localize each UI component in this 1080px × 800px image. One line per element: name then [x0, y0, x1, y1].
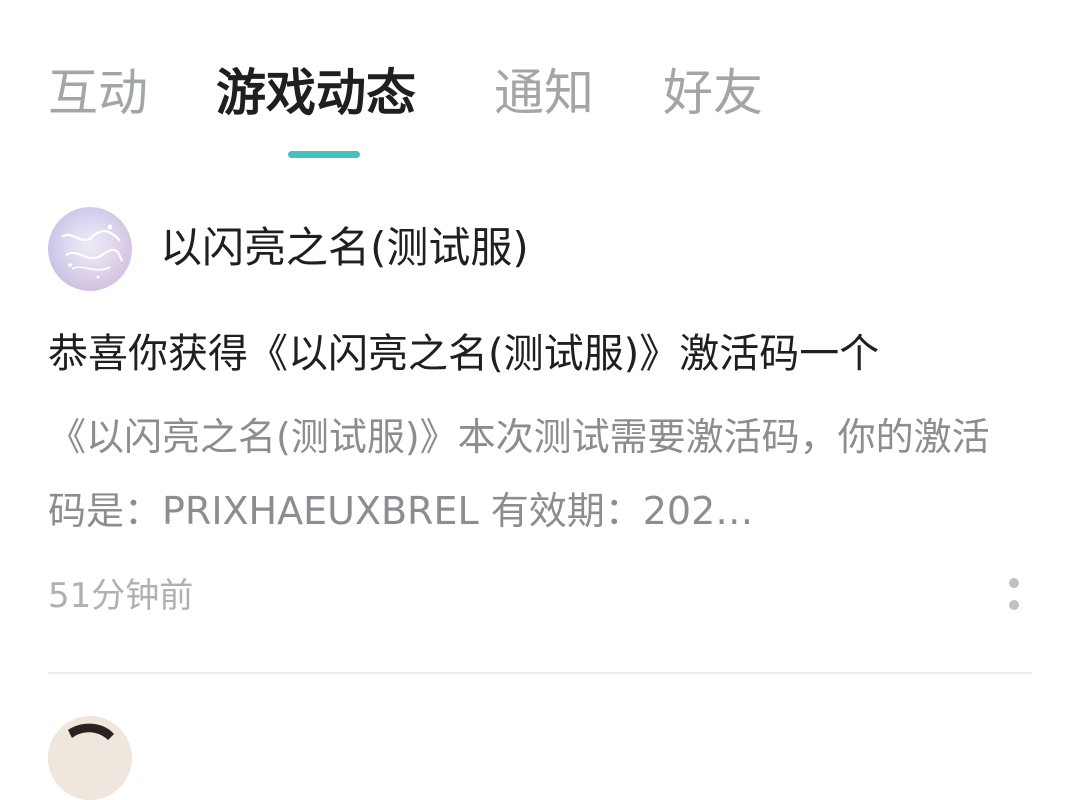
tab-notifications[interactable]: 通知	[494, 58, 594, 128]
more-vertical-icon[interactable]	[998, 570, 1030, 618]
message-card[interactable]: 以闪亮之名(测试服) 恭喜你获得《以闪亮之名(测试服)》激活码一个 《以闪亮之名…	[0, 190, 1080, 680]
tab-interaction[interactable]: 互动	[48, 58, 148, 128]
game-logo-icon[interactable]	[48, 207, 132, 291]
sender-name[interactable]: 以闪亮之名(测试服)	[160, 218, 529, 278]
more-dot	[1009, 600, 1019, 610]
message-title: 恭喜你获得《以闪亮之名(测试服)》激活码一个	[48, 331, 880, 377]
tab-bar: 互动 游戏动态 通知 好友	[0, 0, 1080, 170]
more-dot	[1009, 578, 1019, 588]
avatar[interactable]	[48, 716, 132, 800]
message-body: 《以闪亮之名(测试服)》本次测试需要激活码，你的激活码是：PRIXHAEUXBR…	[48, 415, 990, 533]
tab-game-updates[interactable]: 游戏动态	[216, 58, 416, 128]
active-tab-indicator	[288, 151, 360, 158]
divider	[48, 672, 1032, 674]
tab-friends[interactable]: 好友	[663, 58, 763, 128]
message-timestamp: 51分钟前	[48, 576, 194, 616]
